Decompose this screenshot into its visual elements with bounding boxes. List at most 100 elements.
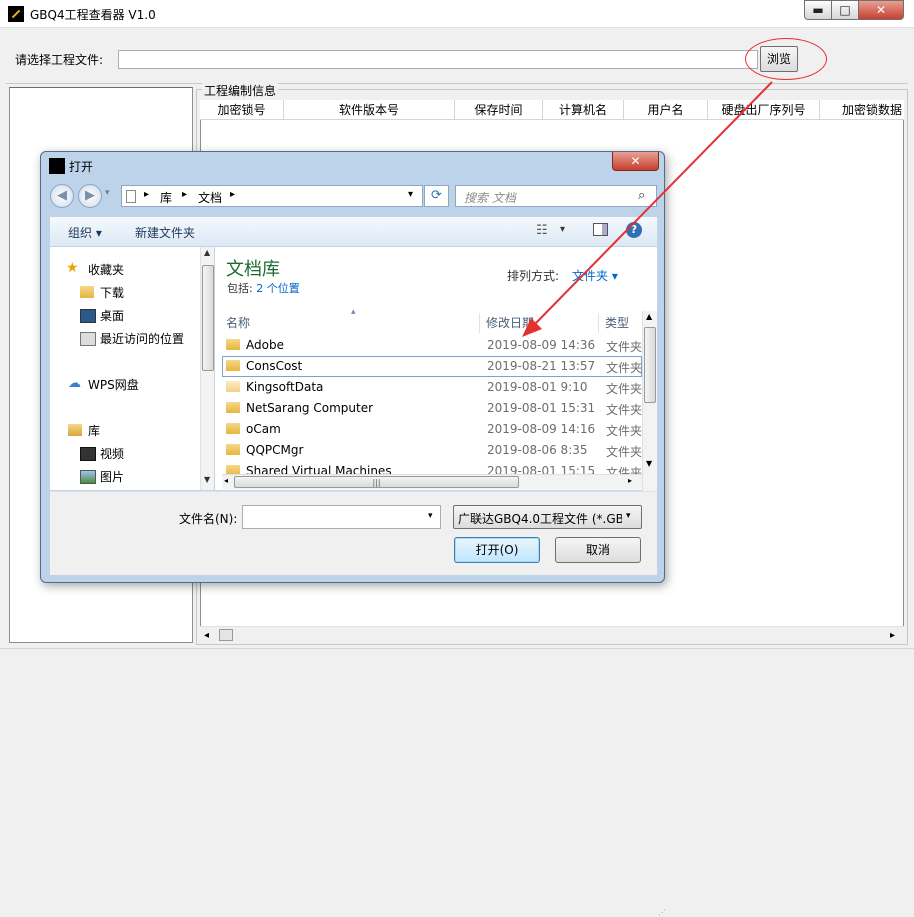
scroll-up-icon[interactable]: ▲ — [204, 248, 210, 257]
scroll-up-icon[interactable]: ▲ — [646, 312, 652, 321]
scroll-down-icon[interactable]: ▼ — [646, 459, 652, 468]
cancel-button[interactable]: 取消 — [555, 537, 641, 563]
dialog-close-button[interactable]: ✕ — [612, 152, 659, 171]
dialog-toolbar: 组织 ▾ 新建文件夹 ☷ ▾ ? — [49, 216, 658, 246]
resize-grip-icon[interactable]: ⋰ — [658, 908, 666, 917]
open-file-dialog: 打开 ✕ ◀ ▶ ▾ ▸ 库 ▸ 文档 ▸ ▾ ⟳ 搜索 文档 ⌕ 组织 ▾ 新… — [40, 151, 666, 917]
scroll-thumb[interactable] — [219, 629, 233, 641]
file-row[interactable]: QQPCMgr 2019-08-06 8:35 文件夹 — [222, 440, 642, 461]
address-dropdown-icon[interactable]: ▾ — [408, 189, 413, 200]
file-row[interactable]: KingsoftData 2019-08-01 9:10 文件夹 — [222, 377, 642, 398]
library-title: 文档库 — [226, 259, 280, 280]
scroll-right-icon[interactable]: ▸ — [628, 476, 632, 485]
file-type: 文件夹 — [606, 403, 643, 417]
document-icon — [126, 190, 136, 203]
column-header-date[interactable]: 修改日期 — [480, 313, 599, 333]
status-bar — [0, 648, 914, 672]
filetype-value: 广联达GBQ4.0工程文件 (*.GBQ4) — [458, 512, 622, 526]
sort-dropdown[interactable]: 文件夹 ▾ — [572, 267, 618, 284]
file-list-horizontal-scrollbar[interactable]: ◂ ||| ▸ — [222, 474, 642, 489]
column-header[interactable]: 软件版本号 — [284, 100, 455, 120]
pictures-icon — [80, 470, 96, 484]
folder-icon — [226, 381, 240, 392]
file-type: 文件夹 — [606, 466, 642, 474]
view-dropdown-icon[interactable]: ▾ — [560, 224, 565, 235]
scroll-left-icon[interactable]: ◂ — [204, 630, 209, 641]
breadcrumb-library[interactable]: 库 — [160, 189, 172, 206]
scroll-thumb[interactable]: ||| — [234, 476, 519, 488]
chevron-down-icon[interactable]: ▾ — [428, 511, 433, 521]
scroll-down-icon[interactable]: ▼ — [204, 475, 210, 484]
file-list-pane: 文档库 包括: 2 个位置 排列方式: 文件夹 ▾ 名称 ▴ 修改日期 类型 A… — [214, 246, 658, 491]
file-row[interactable]: NetSarang Computer 2019-08-01 15:31 文件夹 — [222, 398, 642, 419]
close-button[interactable]: ✕ — [858, 0, 904, 20]
desktop-icon — [80, 309, 96, 323]
recent-pages-icon[interactable]: ▾ — [105, 188, 110, 198]
file-name: Shared Virtual Machines — [246, 464, 392, 474]
file-date: 2019-08-01 15:15 — [487, 464, 596, 474]
dialog-bottom-area: 文件名(N): ▾ 广联达GBQ4.0工程文件 (*.GBQ4) ▾ 打开(O)… — [49, 491, 666, 917]
project-file-label: 请选择工程文件: — [15, 53, 104, 67]
file-date: 2019-08-01 15:31 — [487, 401, 596, 415]
nav-item-label: 最近访问的位置 — [100, 332, 185, 346]
file-row[interactable]: Shared Virtual Machines 2019-08-01 15:15… — [222, 461, 642, 474]
navigation-pane: ★ 收藏夹 下载 桌面 最近访问的位置 ☁ WPS网盘 库 视频 图片 ▲ ▼ — [49, 246, 215, 491]
separator — [6, 83, 908, 84]
chevron-down-icon[interactable]: ▾ — [626, 511, 631, 521]
file-type: 文件夹 — [606, 340, 643, 354]
file-type: 文件夹 — [606, 361, 643, 375]
new-folder-button[interactable]: 新建文件夹 — [135, 224, 195, 241]
library-includes-prefix: 包括: — [227, 282, 257, 295]
file-row[interactable]: oCam 2019-08-09 14:16 文件夹 — [222, 419, 642, 440]
forward-arrow-icon[interactable]: ▶ — [78, 184, 102, 208]
library-locations-link[interactable]: 2 个位置 — [256, 282, 300, 295]
breadcrumb-arrow-icon[interactable]: ▸ — [182, 189, 187, 200]
library-includes: 包括: 2 个位置 — [227, 280, 300, 296]
file-name: Adobe — [246, 338, 284, 352]
refresh-icon[interactable]: ⟳ — [424, 185, 449, 207]
folder-icon — [226, 465, 240, 474]
breadcrumb-arrow-icon[interactable]: ▸ — [230, 189, 235, 200]
breadcrumb-arrow-icon[interactable]: ▸ — [144, 189, 149, 200]
organize-button[interactable]: 组织 ▾ — [68, 224, 102, 241]
file-date: 2019-08-21 13:57 — [487, 359, 596, 373]
scroll-thumb[interactable] — [644, 327, 656, 403]
address-bar[interactable]: ▸ 库 ▸ 文档 ▸ ▾ — [121, 185, 423, 207]
search-input[interactable]: 搜索 文档 ⌕ — [455, 185, 657, 207]
column-header[interactable]: 加密锁数据 — [820, 100, 904, 120]
file-list-header: 名称 ▴ 修改日期 类型 — [222, 307, 642, 333]
preview-pane-icon[interactable] — [593, 223, 608, 236]
filetype-select[interactable]: 广联达GBQ4.0工程文件 (*.GBQ4) ▾ — [453, 505, 642, 529]
column-header[interactable]: 计算机名 — [543, 100, 624, 120]
folder-icon — [226, 423, 240, 434]
file-type: 文件夹 — [606, 424, 643, 438]
scroll-right-icon[interactable]: ▸ — [890, 630, 895, 641]
horizontal-scrollbar[interactable]: ◂ ▸ — [200, 626, 904, 643]
view-options-icon[interactable]: ☷ — [536, 223, 548, 238]
breadcrumb-documents[interactable]: 文档 — [198, 189, 222, 206]
nav-item-label: 库 — [88, 424, 101, 438]
help-icon[interactable]: ? — [626, 222, 642, 238]
file-row-selected[interactable]: ConsCost 2019-08-21 13:57 文件夹 — [222, 356, 642, 377]
scroll-thumb[interactable] — [202, 265, 214, 371]
file-type: 文件夹 — [606, 445, 643, 459]
nav-pane-scrollbar[interactable]: ▲ ▼ — [200, 247, 215, 490]
open-button[interactable]: 打开(O) — [454, 537, 540, 563]
nav-item-label: 下载 — [100, 286, 125, 300]
column-header[interactable]: 硬盘出厂序列号 — [708, 100, 820, 120]
cloud-icon: ☁ — [68, 376, 81, 391]
column-header[interactable]: 加密锁号 — [200, 100, 284, 120]
column-header[interactable]: 用户名 — [624, 100, 708, 120]
column-header[interactable]: 保存时间 — [455, 100, 543, 120]
scroll-left-icon[interactable]: ◂ — [224, 476, 228, 485]
file-list-vertical-scrollbar[interactable]: ▲ ▼ — [642, 311, 657, 491]
back-arrow-icon[interactable]: ◀ — [50, 184, 74, 208]
search-icon[interactable]: ⌕ — [638, 188, 645, 203]
file-row[interactable]: Adobe 2019-08-09 14:36 文件夹 — [222, 335, 642, 356]
column-header-type[interactable]: 类型 — [599, 313, 642, 333]
folder-icon — [226, 339, 240, 350]
project-file-path-input[interactable] — [118, 50, 758, 69]
maximize-button[interactable]: □ — [831, 0, 859, 20]
filename-input[interactable]: ▾ — [242, 505, 441, 529]
minimize-button[interactable]: ▬ — [804, 0, 832, 20]
